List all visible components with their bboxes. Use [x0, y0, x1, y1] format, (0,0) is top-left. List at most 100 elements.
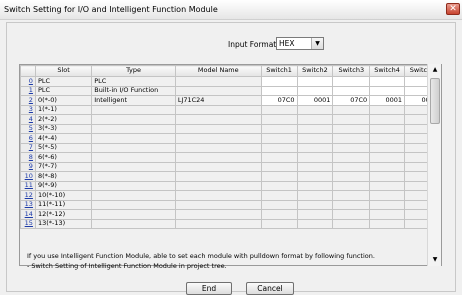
switch-cell[interactable] [296, 152, 334, 163]
model-name-cell[interactable] [174, 104, 262, 115]
switch-cell[interactable]: 07C0 [260, 95, 298, 106]
type-cell[interactable] [91, 190, 176, 201]
switch-cell[interactable] [332, 123, 371, 134]
table-row[interactable]: 13 11(*-11) [20, 199, 441, 210]
table-row[interactable]: 0 PLC PLC [20, 76, 441, 87]
type-cell[interactable]: Built-in I/O Function [91, 85, 176, 96]
type-cell[interactable] [91, 161, 176, 172]
switch-cell[interactable] [332, 209, 371, 220]
table-row[interactable]: 10 8(*-8) [20, 171, 441, 182]
switch-cell[interactable] [332, 190, 371, 201]
type-cell[interactable] [91, 133, 176, 144]
switch-cell[interactable] [296, 133, 334, 144]
switch-cell[interactable] [260, 123, 298, 134]
model-name-cell[interactable] [174, 133, 262, 144]
switch-cell[interactable] [332, 76, 371, 87]
type-cell[interactable] [91, 123, 176, 134]
scroll-thumb[interactable] [430, 78, 440, 124]
switch-cell[interactable] [332, 114, 371, 125]
switch-cell[interactable] [296, 180, 334, 191]
switch-cell[interactable] [296, 142, 334, 153]
model-name-cell[interactable] [174, 76, 262, 87]
switch-cell[interactable] [260, 152, 298, 163]
switch-cell[interactable] [260, 190, 298, 201]
switch-cell[interactable] [260, 199, 298, 210]
type-cell[interactable] [91, 114, 176, 125]
switch-cell[interactable] [369, 161, 406, 172]
switch-cell[interactable] [332, 85, 371, 96]
switch-cell[interactable] [369, 123, 406, 134]
switch-cell[interactable] [369, 114, 406, 125]
model-name-cell[interactable] [174, 114, 262, 125]
switch-cell[interactable] [332, 199, 371, 210]
switch-cell[interactable] [332, 171, 371, 182]
table-row[interactable]: 3 1(*-1) [20, 104, 441, 115]
input-format-select[interactable]: HEX ▼ [276, 37, 324, 50]
switch-cell[interactable] [369, 85, 406, 96]
switch-cell[interactable] [369, 171, 406, 182]
switch-cell[interactable] [296, 190, 334, 201]
type-cell[interactable] [91, 209, 176, 220]
type-cell[interactable] [91, 142, 176, 153]
switch-cell[interactable] [296, 114, 334, 125]
switch-cell[interactable] [260, 85, 298, 96]
switch-cell[interactable]: 0001 [369, 95, 406, 106]
switch-cell[interactable] [332, 152, 371, 163]
switch-cell[interactable] [369, 142, 406, 153]
table-row[interactable]: 11 9(*-9) [20, 180, 441, 191]
switch-cell[interactable] [369, 190, 406, 201]
switch-cell[interactable] [260, 161, 298, 172]
model-name-cell[interactable] [174, 85, 262, 96]
close-button[interactable]: ✕ [446, 3, 460, 15]
model-name-cell[interactable] [174, 142, 262, 153]
type-cell[interactable] [91, 199, 176, 210]
scroll-up-icon[interactable]: ▲ [429, 64, 441, 76]
switch-cell[interactable] [369, 209, 406, 220]
switch-cell[interactable] [260, 114, 298, 125]
switch-cell[interactable] [369, 152, 406, 163]
switch-cell[interactable]: 0001 [296, 95, 334, 106]
model-name-cell[interactable] [174, 152, 262, 163]
switch-cell[interactable] [369, 104, 406, 115]
model-name-cell[interactable] [174, 180, 262, 191]
switch-cell[interactable] [296, 123, 334, 134]
table-row[interactable]: 7 5(*-5) [20, 142, 441, 153]
cancel-button[interactable]: Cancel [246, 282, 294, 295]
model-name-cell[interactable] [174, 199, 262, 210]
switch-cell[interactable] [260, 218, 298, 229]
model-name-cell[interactable] [174, 123, 262, 134]
switch-cell[interactable] [332, 180, 371, 191]
switch-cell[interactable] [332, 142, 371, 153]
switch-cell[interactable] [296, 218, 334, 229]
switch-cell[interactable] [369, 76, 406, 87]
table-row[interactable]: 2 0(*-0) Intelligent LJ71C24 07C0 0001 07C0 000… [20, 95, 441, 106]
model-name-cell[interactable]: LJ71C24 [174, 95, 262, 106]
switch-cell[interactable] [369, 199, 406, 210]
switch-cell[interactable] [260, 133, 298, 144]
type-cell[interactable] [91, 180, 176, 191]
type-cell[interactable] [91, 171, 176, 182]
switch-cell[interactable]: 07C0 [332, 95, 371, 106]
table-row[interactable]: 4 2(*-2) [20, 114, 441, 125]
scroll-down-icon[interactable]: ▼ [429, 254, 441, 266]
switch-cell[interactable] [296, 161, 334, 172]
table-row[interactable]: 1 PLC Built-in I/O Function [20, 85, 441, 96]
switch-cell[interactable] [332, 161, 371, 172]
switch-cell[interactable] [260, 180, 298, 191]
type-cell[interactable]: PLC [91, 76, 176, 87]
table-row[interactable]: 6 4(*-4) [20, 133, 441, 144]
table-row[interactable]: 12 10(*-10) [20, 190, 441, 201]
type-cell[interactable] [91, 218, 176, 229]
table-row[interactable]: 9 7(*-7) [20, 161, 441, 172]
model-name-cell[interactable] [174, 190, 262, 201]
vertical-scrollbar[interactable]: ▲ ▼ [427, 64, 441, 266]
switch-cell[interactable] [260, 142, 298, 153]
type-cell[interactable]: Intelligent [91, 95, 176, 106]
switch-cell[interactable] [369, 180, 406, 191]
switch-cell[interactable] [296, 104, 334, 115]
model-name-cell[interactable] [174, 209, 262, 220]
model-name-cell[interactable] [174, 161, 262, 172]
switch-cell[interactable] [332, 133, 371, 144]
model-name-cell[interactable] [174, 171, 262, 182]
table-row[interactable]: 14 12(*-12) [20, 209, 441, 220]
